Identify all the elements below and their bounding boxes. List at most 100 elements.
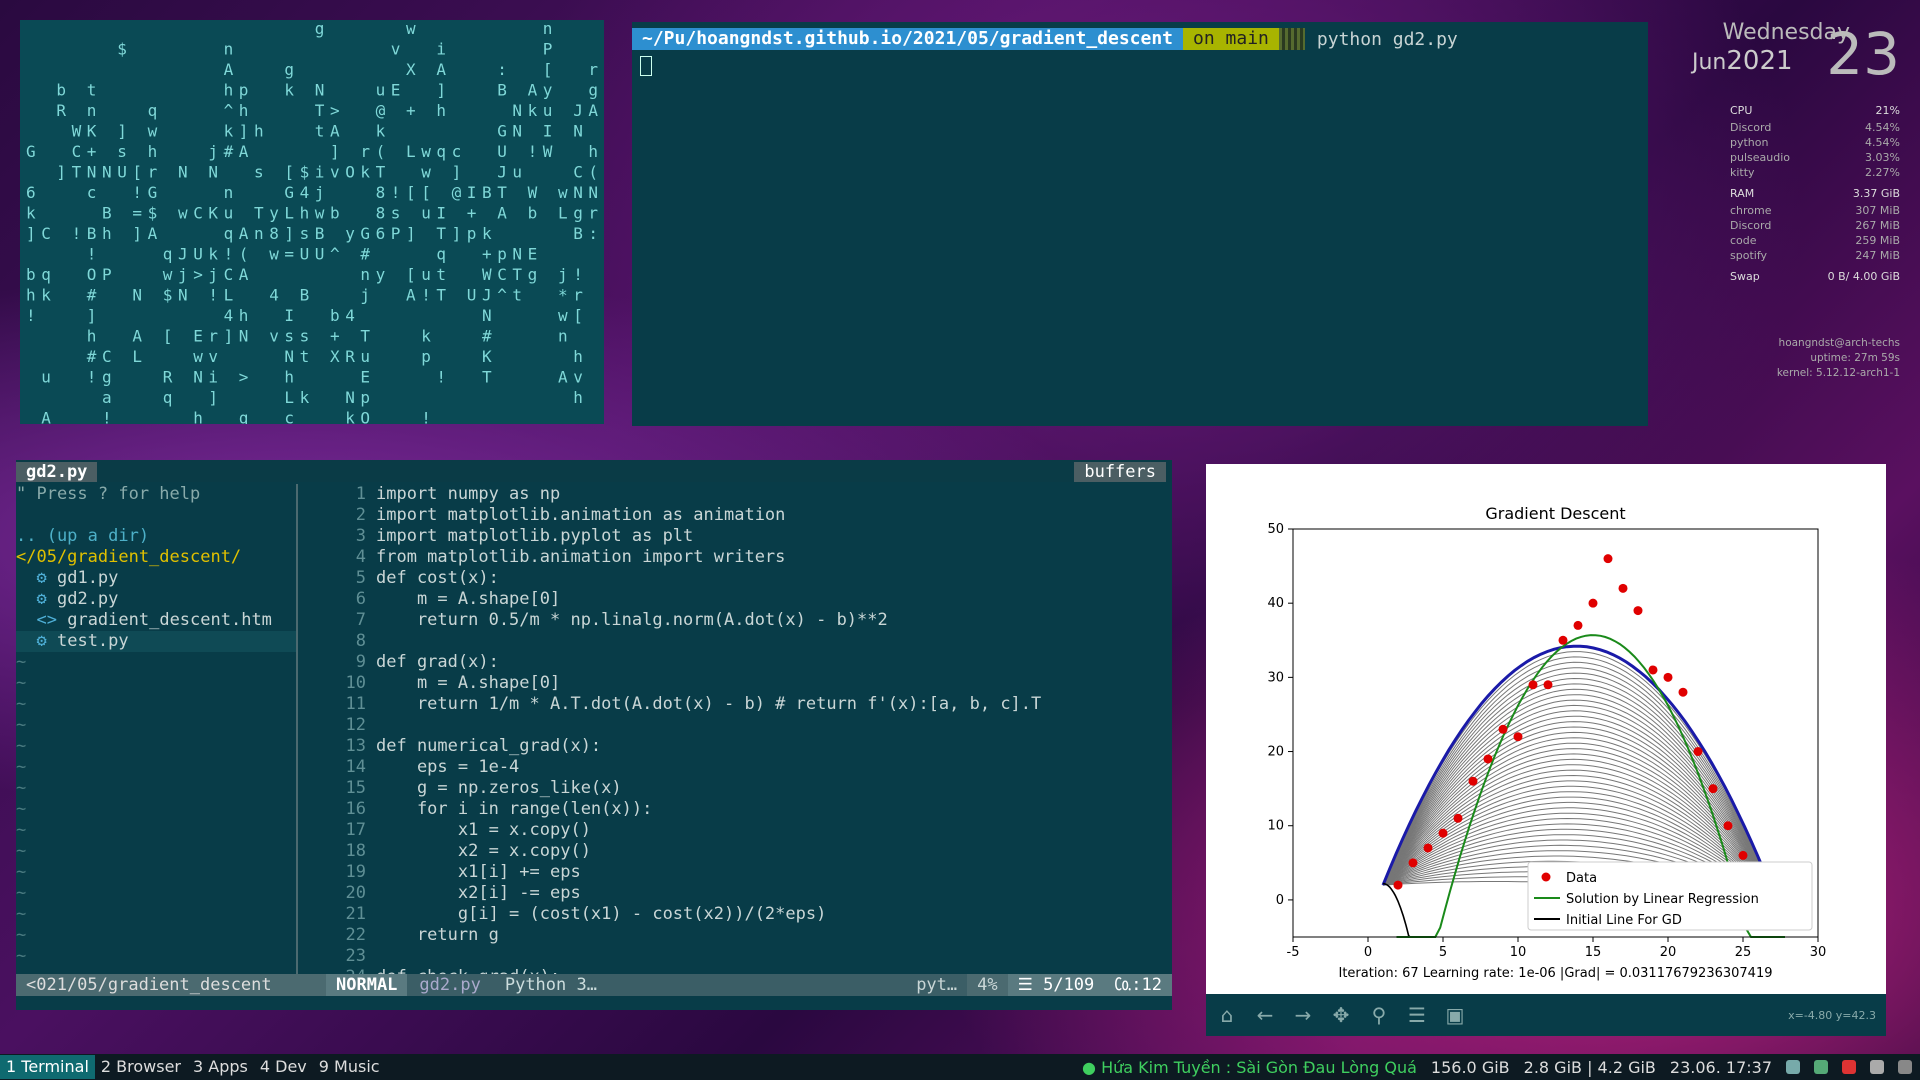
vim-statusline: <021/05/gradient_descent NORMAL gd2.py P… xyxy=(16,974,1172,996)
now-playing[interactable]: ● Hứa Kim Tuyền : Sài Gòn Đau Lòng Quá xyxy=(1082,1058,1417,1077)
matrix-glyph: s xyxy=(117,142,127,161)
workspace-music[interactable]: 9 Music xyxy=(313,1055,386,1079)
code-line[interactable]: 2 import matplotlib.animation as animatio… xyxy=(326,505,1166,526)
matrix-glyph: h xyxy=(284,368,294,387)
matrix-glyph: J xyxy=(178,245,188,264)
tray-icon[interactable] xyxy=(1842,1060,1856,1074)
matrix-glyph: k xyxy=(360,163,370,182)
matrix-glyph: h xyxy=(148,142,158,161)
code-line[interactable]: 8 xyxy=(326,631,1166,652)
matrix-glyph: u xyxy=(224,204,234,223)
code-line[interactable]: 9 def grad(x): xyxy=(326,652,1166,673)
tab-gd2[interactable]: gd2.py xyxy=(16,462,98,482)
matrix-glyph: E xyxy=(391,81,401,100)
matrix-terminal-window[interactable]: G 6 k] b h! Cq k uAbR ] W C T ! t n K + Nc B! O #] h #! N Bh P… xyxy=(20,20,604,424)
code-text: return 0.5/m * np.linalg.norm(A.dot(x) -… xyxy=(376,610,888,630)
code-buffer[interactable]: 1 import numpy as np 2 import matplotlib.an… xyxy=(326,484,1166,988)
configure-icon[interactable]: ☰ xyxy=(1400,998,1434,1032)
x-tick-label: 5 xyxy=(1439,945,1447,960)
code-line[interactable]: 21 g[i] = (cost(x1) - cost(x2))/(2*eps) xyxy=(326,904,1166,925)
code-text: def numerical_grad(x): xyxy=(376,736,602,756)
matrix-glyph: ! xyxy=(421,409,431,425)
code-line[interactable]: 7 return 0.5/m * np.linalg.norm(A.dot(x)… xyxy=(326,610,1166,631)
matrix-glyph: q xyxy=(148,101,158,120)
buffers-label[interactable]: buffers xyxy=(1074,462,1166,482)
matrix-glyph: ] xyxy=(208,388,218,407)
tree-file[interactable]: ⚙ test.py xyxy=(16,631,296,652)
nerdtree-panel[interactable]: " Press ? for help .. (up a dir) </05/gr… xyxy=(16,484,298,987)
tree-file[interactable]: ⚙ gd1.py xyxy=(16,568,296,589)
data-point xyxy=(1453,813,1463,823)
tray-icon[interactable] xyxy=(1870,1060,1884,1074)
code-line[interactable]: 6 m = A.shape[0] xyxy=(326,589,1166,610)
code-line[interactable]: 17 x1 = x.copy() xyxy=(326,820,1166,841)
code-line[interactable]: 1 import numpy as np xyxy=(326,484,1166,505)
ram-row: RAM 3.37 GiB xyxy=(1730,187,1900,200)
matrix-glyph: N xyxy=(512,101,522,120)
data-point xyxy=(1393,880,1403,890)
matrix-glyph: ( xyxy=(376,142,386,161)
tray-icon[interactable] xyxy=(1898,1060,1912,1074)
matrix-glyph: P xyxy=(391,224,401,243)
y-tick-label: 40 xyxy=(1267,596,1284,611)
matrix-glyph: N xyxy=(87,163,97,182)
matrix-glyph: ] xyxy=(239,122,249,141)
matrix-glyph: N xyxy=(178,286,188,305)
code-line[interactable]: 18 x2 = x.copy() xyxy=(326,841,1166,862)
code-line[interactable]: 19 x1[i] += eps xyxy=(326,862,1166,883)
code-line[interactable]: 22 return g xyxy=(326,925,1166,946)
matrix-glyph: w xyxy=(163,265,173,284)
code-text: def grad(x): xyxy=(376,652,499,672)
code-line[interactable]: 16 for i in range(len(x)): xyxy=(326,799,1166,820)
vim-editor-window[interactable]: gd2.py buffers " Press ? for help .. (up… xyxy=(16,460,1172,1010)
matrix-glyph: k xyxy=(345,409,355,425)
matrix-glyph: v xyxy=(269,327,279,346)
code-line[interactable]: 3 import matplotlib.pyplot as plt xyxy=(326,526,1166,547)
matplotlib-figure[interactable]: Gradient Descent -5 0 5 10 15 20 25 30 0 10 20 30 40 5… xyxy=(1206,464,1886,994)
tree-file[interactable]: ⚙ gd2.py xyxy=(16,589,296,610)
home-icon[interactable]: ⌂ xyxy=(1210,998,1244,1032)
matrix-glyph: C xyxy=(497,265,507,284)
code-text: m = A.shape[0] xyxy=(376,673,561,693)
workspace-browser[interactable]: 2 Browser xyxy=(95,1055,187,1079)
matrix-glyph: n xyxy=(558,327,568,346)
code-line[interactable]: 23 xyxy=(326,946,1166,967)
matrix-glyph: ] xyxy=(224,327,234,346)
matrix-glyph: k xyxy=(300,388,310,407)
code-line[interactable]: 14 eps = 1e-4 xyxy=(326,757,1166,778)
matrix-glyph: = xyxy=(132,204,142,223)
workspace-dev[interactable]: 4 Dev xyxy=(254,1055,313,1079)
terminal-window[interactable]: ~/Pu/hoangndst.github.io/2021/05/gradien… xyxy=(632,22,1648,426)
code-line[interactable]: 20 x2[i] -= eps xyxy=(326,883,1166,904)
code-line[interactable]: 4 from matplotlib.animation import writer… xyxy=(326,547,1166,568)
matrix-glyph: G xyxy=(360,224,370,243)
back-icon[interactable]: ← xyxy=(1248,998,1282,1032)
code-line[interactable]: 13 def numerical_grad(x): xyxy=(326,736,1166,757)
matrix-glyph: j xyxy=(360,286,370,305)
matrix-glyph: O xyxy=(345,163,355,182)
code-line[interactable]: 12 xyxy=(326,715,1166,736)
matrix-glyph: L xyxy=(558,204,568,223)
tree-up-dir[interactable]: .. (up a dir) xyxy=(16,526,296,547)
matrix-glyph: t xyxy=(315,122,325,141)
workspace-apps[interactable]: 3 Apps xyxy=(187,1055,254,1079)
tray-icon[interactable] xyxy=(1814,1060,1828,1074)
zoom-icon[interactable]: ⚲ xyxy=(1362,998,1396,1032)
tree-cwd[interactable]: </05/gradient_descent/ xyxy=(16,547,296,568)
save-icon[interactable]: ▣ xyxy=(1438,998,1472,1032)
tray-icon[interactable] xyxy=(1786,1060,1800,1074)
matrix-glyph: [ xyxy=(406,183,416,202)
tree-file[interactable]: <> gradient_descent.htm xyxy=(16,610,296,631)
status-position: ☰ 5/109 xyxy=(1007,974,1105,996)
code-line[interactable]: 10 m = A.shape[0] xyxy=(326,673,1166,694)
status-file: gd2.py xyxy=(419,975,481,995)
workspace-terminal[interactable]: 1 Terminal xyxy=(0,1055,95,1079)
code-line[interactable]: 11 return 1/m * A.T.dot(A.dot(x) - b) # … xyxy=(326,694,1166,715)
matrix-glyph: T xyxy=(482,368,492,387)
forward-icon[interactable]: → xyxy=(1286,998,1320,1032)
matrix-glyph: N xyxy=(573,183,583,202)
code-line[interactable]: 5 def cost(x): xyxy=(326,568,1166,589)
data-point xyxy=(1603,554,1613,564)
pan-icon[interactable]: ✥ xyxy=(1324,998,1358,1032)
code-line[interactable]: 15 g = np.zeros_like(x) xyxy=(326,778,1166,799)
